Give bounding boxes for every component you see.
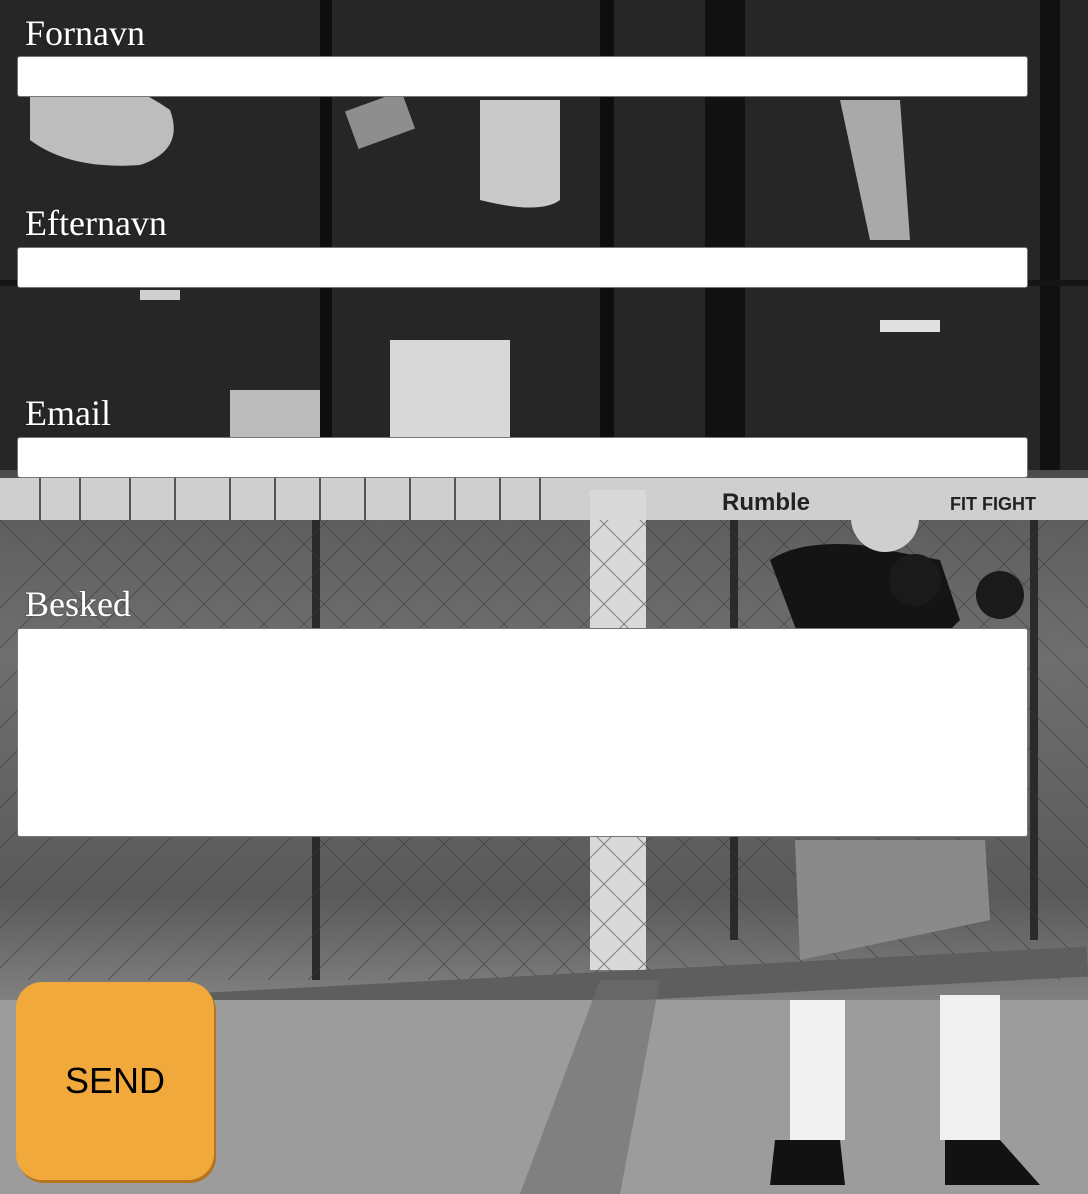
send-button[interactable]: SEND: [16, 982, 214, 1180]
first-name-input[interactable]: [17, 56, 1028, 97]
first-name-label: Fornavn: [25, 13, 145, 53]
message-label: Besked: [25, 584, 131, 624]
contact-form: Fornavn Efternavn Email Besked SEND: [0, 0, 1088, 1194]
last-name-input[interactable]: [17, 247, 1028, 288]
message-textarea[interactable]: [17, 628, 1028, 837]
email-label: Email: [25, 393, 111, 433]
last-name-label: Efternavn: [25, 203, 167, 243]
email-input[interactable]: [17, 437, 1028, 478]
